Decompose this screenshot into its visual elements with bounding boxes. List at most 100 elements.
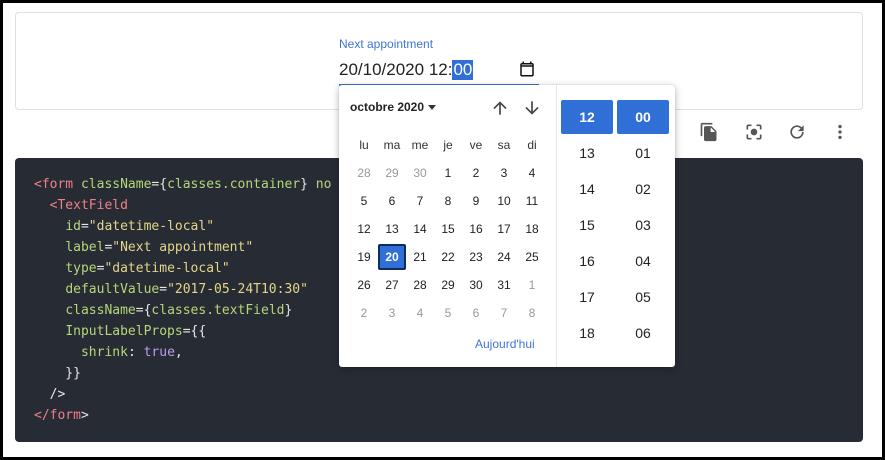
code-line: type="datetime-local" [34, 259, 230, 279]
calendar-day[interactable]: 9 [462, 188, 490, 214]
minute-option[interactable]: 02 [617, 172, 669, 206]
code-token: "2017-05-24T10:30" [167, 282, 308, 297]
code-line: }} [34, 364, 81, 384]
calendar-day[interactable]: 3 [378, 300, 406, 326]
reload-icon[interactable] [787, 122, 807, 142]
calendar-day[interactable]: 28 [350, 160, 378, 186]
code-token: type [65, 261, 97, 276]
calendar-day[interactable]: 26 [350, 272, 378, 298]
calendar-day[interactable]: 22 [434, 244, 462, 270]
minute-option[interactable]: 03 [617, 208, 669, 242]
calendar-day[interactable]: 29 [434, 272, 462, 298]
code-token: label [65, 240, 105, 255]
calendar-day[interactable]: 27 [378, 272, 406, 298]
arrow-up-icon[interactable] [490, 98, 510, 118]
weekday-label: ma [383, 138, 401, 152]
today-button[interactable]: Aujourd'hui [475, 337, 535, 351]
code-token: = [159, 282, 168, 297]
calendar-day[interactable]: 7 [490, 300, 518, 326]
hour-option[interactable]: 16 [561, 244, 613, 278]
calendar-day[interactable]: 12 [350, 216, 378, 242]
code-token: id [65, 219, 81, 234]
calendar-day[interactable]: 1 [518, 272, 546, 298]
screenshot-icon[interactable] [744, 122, 764, 142]
hour-option[interactable]: 13 [561, 136, 613, 170]
calendar-day[interactable]: 30 [462, 272, 490, 298]
calendar-icon[interactable] [518, 60, 536, 78]
calendar-day[interactable]: 17 [490, 216, 518, 242]
code-token: no [315, 177, 332, 192]
code-token: </form [34, 408, 81, 423]
code-line: label="Next appointment" [34, 238, 253, 258]
calendar-day[interactable]: 14 [406, 216, 434, 242]
date-segment[interactable]: 20/10/2020 [339, 60, 424, 80]
calendar-day[interactable]: 13 [378, 216, 406, 242]
calendar-day[interactable]: 6 [462, 300, 490, 326]
time-divider [556, 85, 557, 367]
calendar-day[interactable]: 2 [462, 160, 490, 186]
calendar-day[interactable]: 19 [350, 244, 378, 270]
code-token: "Next appointment" [112, 240, 254, 255]
calendar-day-selected[interactable]: 20 [378, 244, 406, 270]
code-token: /> [34, 387, 66, 402]
minute-option[interactable]: 05 [617, 280, 669, 314]
calendar-day[interactable]: 25 [518, 244, 546, 270]
hour-option[interactable]: 18 [561, 316, 613, 350]
code-token: className [80, 177, 152, 192]
arrow-down-icon[interactable] [522, 98, 542, 118]
minute-option[interactable]: 00 [617, 100, 669, 134]
calendar-day[interactable]: 29 [378, 160, 406, 186]
code-token: ={{ [182, 324, 207, 339]
calendar-day[interactable]: 15 [434, 216, 462, 242]
code-token: , [174, 345, 183, 360]
calendar-day[interactable]: 6 [378, 188, 406, 214]
calendar-day[interactable]: 28 [406, 272, 434, 298]
calendar-day[interactable]: 18 [518, 216, 546, 242]
hour-segment[interactable]: 12: [429, 60, 453, 80]
hour-option[interactable]: 12 [561, 100, 613, 134]
more-vert-icon[interactable] [830, 122, 850, 142]
calendar-day[interactable]: 11 [518, 188, 546, 214]
code-token: "datetime-local" [104, 261, 230, 276]
hour-option[interactable]: 17 [561, 280, 613, 314]
code-token: > [80, 408, 89, 423]
hour-option[interactable]: 15 [561, 208, 613, 242]
minute-option[interactable]: 06 [617, 316, 669, 350]
calendar-day[interactable]: 23 [462, 244, 490, 270]
calendar-day[interactable]: 5 [350, 188, 378, 214]
calendar-day[interactable]: 31 [490, 272, 518, 298]
calendar-day[interactable]: 3 [490, 160, 518, 186]
caret-down-icon[interactable] [428, 105, 436, 110]
copy-icon[interactable] [699, 122, 719, 142]
calendar-day[interactable]: 4 [406, 300, 434, 326]
code-token: <form [34, 177, 81, 192]
month-year-label[interactable]: octobre 2020 [350, 100, 424, 114]
code-token: classes.container [167, 177, 301, 192]
calendar-day[interactable]: 21 [406, 244, 434, 270]
calendar-day[interactable]: 4 [518, 160, 546, 186]
hour-option[interactable]: 14 [561, 172, 613, 206]
calendar-day[interactable]: 10 [490, 188, 518, 214]
calendar-day[interactable]: 5 [434, 300, 462, 326]
code-line: className={classes.textField} [34, 301, 292, 321]
calendar-day[interactable]: 7 [406, 188, 434, 214]
calendar-day[interactable]: 1 [434, 160, 462, 186]
code-token: className [65, 303, 136, 318]
calendar-day[interactable]: 16 [462, 216, 490, 242]
calendar-day[interactable]: 8 [434, 188, 462, 214]
minute-segment[interactable]: 00 [452, 60, 474, 80]
minute-option[interactable]: 01 [617, 136, 669, 170]
minute-option[interactable]: 04 [617, 244, 669, 278]
calendar-day[interactable]: 2 [350, 300, 378, 326]
datetime-input[interactable]: 20/10/2020 12: 00 [339, 56, 539, 86]
code-token: InputLabelProps [65, 324, 183, 339]
calendar-day[interactable]: 30 [406, 160, 434, 186]
calendar-day[interactable]: 8 [518, 300, 546, 326]
calendar-day[interactable]: 24 [490, 244, 518, 270]
